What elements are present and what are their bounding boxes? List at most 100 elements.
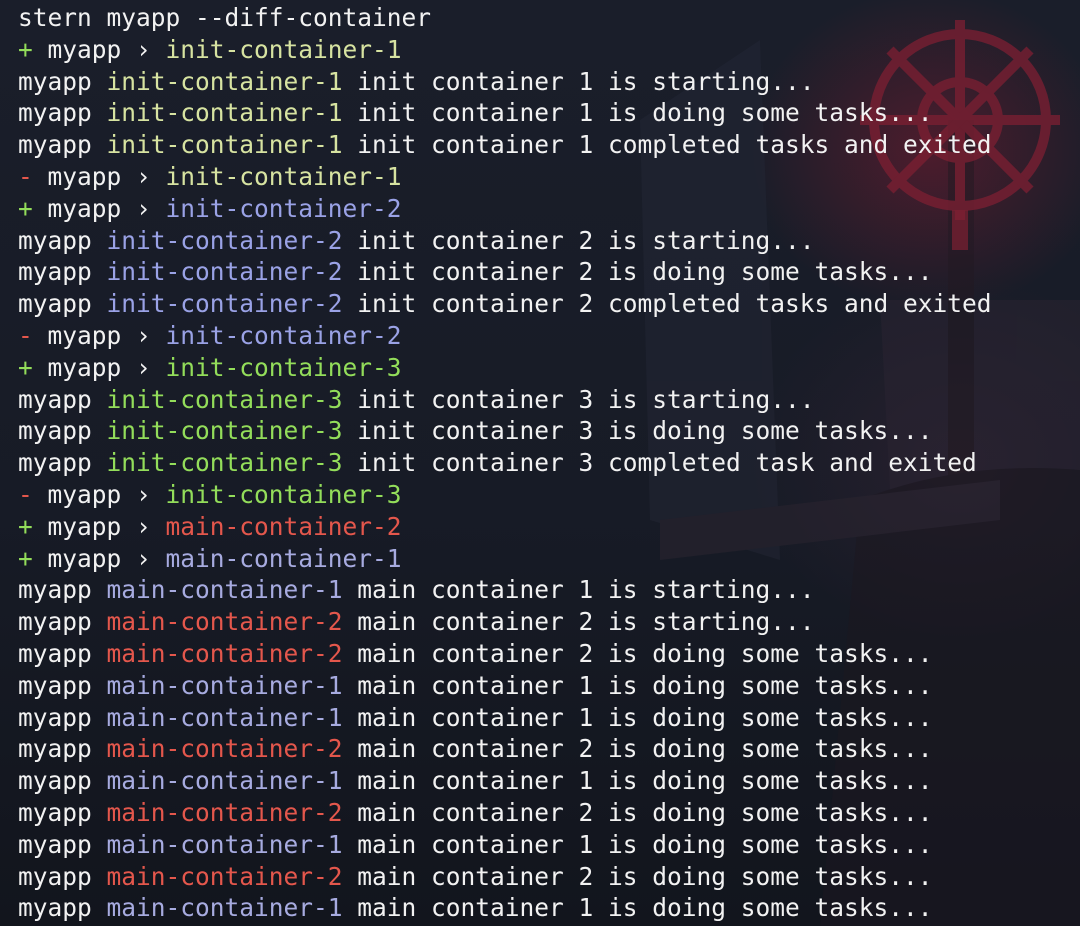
container-name: main-container-1 (106, 575, 343, 605)
container-name: main-container-1 (106, 670, 343, 700)
log-text: main container 2 is doing some tasks... (342, 861, 933, 891)
log-line: myapp main-container-2 main container 2 … (18, 797, 992, 829)
container-name: init-container-2 (106, 257, 343, 287)
container-name: init-container-1 (165, 34, 402, 64)
log-text: myapp (18, 448, 107, 478)
container-name: init-container-1 (106, 130, 343, 160)
log-text: myapp › (47, 161, 166, 191)
command-text: stern myapp --diff-container (18, 3, 432, 32)
container-name: init-container-3 (106, 384, 343, 414)
log-line: myapp init-container-1 init container 1 … (18, 129, 992, 161)
log-text: myapp (18, 607, 107, 637)
log-text: main container 2 is doing some tasks... (342, 638, 933, 668)
log-line: + myapp › init-container-1 (18, 34, 992, 66)
container-name: init-container-2 (106, 289, 343, 319)
log-text: main container 2 is doing some tasks... (342, 734, 933, 764)
container-name: main-container-1 (106, 829, 343, 859)
log-line: myapp main-container-1 main container 1 … (18, 765, 992, 797)
log-text: myapp › (47, 320, 166, 350)
log-text: myapp › (47, 479, 166, 509)
container-name: init-container-3 (106, 448, 343, 478)
log-line: myapp init-container-1 init container 1 … (18, 97, 992, 129)
log-text: init container 3 completed task and exit… (342, 448, 977, 478)
log-text: main container 1 is doing some tasks... (342, 893, 933, 923)
command-line: stern myapp --diff-container (18, 2, 992, 34)
log-text: main container 1 is doing some tasks... (342, 702, 933, 732)
log-text: init container 2 completed tasks and exi… (342, 289, 992, 319)
log-text: myapp (18, 289, 107, 319)
log-text: main container 2 is starting... (342, 607, 815, 637)
log-text: myapp (18, 829, 107, 859)
log-text: myapp (18, 797, 107, 827)
log-text: init container 2 is doing some tasks... (342, 257, 933, 287)
container-name: init-container-2 (165, 193, 402, 223)
log-line: myapp init-container-3 init container 3 … (18, 447, 992, 479)
removed-marker: - (18, 320, 48, 350)
log-line: myapp init-container-3 init container 3 … (18, 415, 992, 447)
log-text: myapp (18, 575, 107, 605)
log-line: myapp main-container-1 main container 1 … (18, 574, 992, 606)
container-name: init-container-1 (106, 98, 343, 128)
container-name: init-container-1 (165, 161, 402, 191)
log-text: init container 3 is doing some tasks... (342, 416, 933, 446)
container-name: init-container-3 (165, 352, 402, 382)
log-line: myapp main-container-2 main container 2 … (18, 733, 992, 765)
log-line: myapp init-container-2 init container 2 … (18, 288, 992, 320)
log-line: myapp init-container-1 init container 1 … (18, 66, 992, 98)
log-text: init container 1 is doing some tasks... (342, 98, 933, 128)
log-text: main container 2 is doing some tasks... (342, 797, 933, 827)
log-text: myapp (18, 766, 107, 796)
log-line: myapp main-container-2 main container 2 … (18, 638, 992, 670)
container-name: main-container-2 (106, 861, 343, 891)
terminal-output: stern myapp --diff-container + myapp › in… (18, 2, 992, 924)
added-marker: + (18, 193, 48, 223)
log-text: myapp › (47, 511, 166, 541)
removed-marker: - (18, 161, 48, 191)
log-line: - myapp › init-container-2 (18, 320, 992, 352)
removed-marker: - (18, 479, 48, 509)
container-name: main-container-2 (165, 511, 402, 541)
container-name: init-container-3 (106, 416, 343, 446)
log-text: init container 2 is starting... (342, 225, 815, 255)
log-text: main container 1 is doing some tasks... (342, 829, 933, 859)
log-line: myapp main-container-1 main container 1 … (18, 702, 992, 734)
log-text: myapp (18, 257, 107, 287)
log-text: myapp (18, 416, 107, 446)
log-line: myapp init-container-3 init container 3 … (18, 384, 992, 416)
added-marker: + (18, 352, 48, 382)
log-line: myapp main-container-2 main container 2 … (18, 861, 992, 893)
log-line: - myapp › init-container-3 (18, 479, 992, 511)
log-text: myapp (18, 734, 107, 764)
log-text: myapp › (47, 352, 166, 382)
added-marker: + (18, 511, 48, 541)
log-text: myapp (18, 384, 107, 414)
log-text: myapp › (47, 193, 166, 223)
log-text: myapp (18, 638, 107, 668)
container-name: main-container-2 (106, 638, 343, 668)
added-marker: + (18, 34, 48, 64)
log-line: myapp main-container-1 main container 1 … (18, 670, 992, 702)
log-text: main container 1 is doing some tasks... (342, 766, 933, 796)
container-name: main-container-1 (106, 893, 343, 923)
container-name: main-container-2 (106, 734, 343, 764)
log-text: myapp (18, 66, 107, 96)
log-text: myapp (18, 861, 107, 891)
log-text: init container 3 is starting... (342, 384, 815, 414)
log-line: + myapp › main-container-1 (18, 543, 992, 575)
terminal-window[interactable]: stern myapp --diff-container + myapp › in… (0, 0, 1080, 926)
container-name: main-container-2 (106, 607, 343, 637)
log-text: myapp (18, 225, 107, 255)
log-line: myapp main-container-1 main container 1 … (18, 829, 992, 861)
log-text: main container 1 is starting... (342, 575, 815, 605)
container-name: main-container-1 (165, 543, 402, 573)
log-text: myapp › (47, 543, 166, 573)
log-line: myapp main-container-2 main container 2 … (18, 606, 992, 638)
log-text: myapp (18, 670, 107, 700)
container-name: init-container-1 (106, 66, 343, 96)
log-line: myapp main-container-1 main container 1 … (18, 892, 992, 924)
log-line: myapp init-container-2 init container 2 … (18, 225, 992, 257)
container-name: init-container-2 (106, 225, 343, 255)
log-text: myapp (18, 130, 107, 160)
log-text: main container 1 is doing some tasks... (342, 670, 933, 700)
container-name: init-container-3 (165, 479, 402, 509)
